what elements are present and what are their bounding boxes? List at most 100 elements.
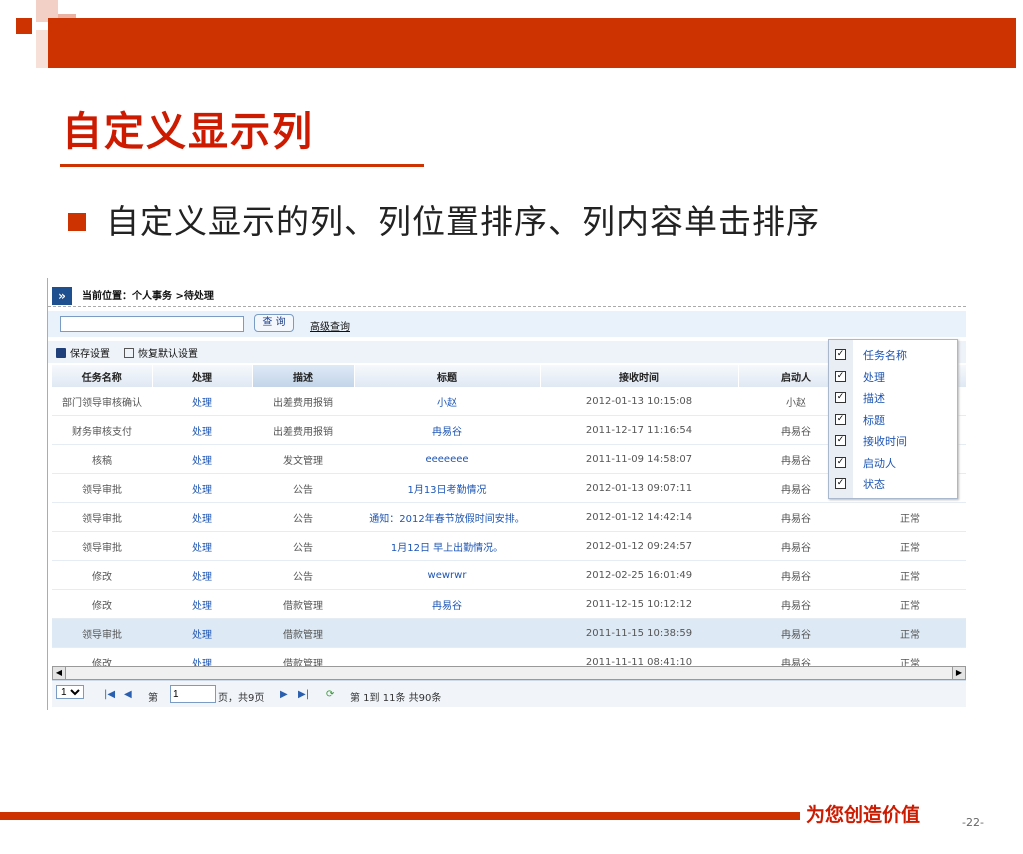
cell-action[interactable]: 处理 <box>152 473 252 503</box>
cell-description: 出差费用报销 <box>252 415 354 445</box>
refresh-icon[interactable]: ⟳ <box>326 689 334 700</box>
checkbox-checked-icon[interactable]: ✓ <box>835 478 846 489</box>
next-page-icon[interactable]: ▶ <box>280 689 288 700</box>
breadcrumb-text: 当前位置：个人事务 >待处理 <box>82 291 214 302</box>
cell-description: 公告 <box>252 473 354 503</box>
bullet-text: 自定义显示的列、列位置排序、列内容单击排序 <box>106 202 820 241</box>
page-size-select[interactable]: 12 <box>56 685 84 699</box>
cell-action[interactable]: 处理 <box>152 502 252 532</box>
cell-description: 出差费用报销 <box>252 387 354 416</box>
table-row[interactable]: 领导审批 处理 借款管理 2011-11-15 10:38:59 冉易谷 正常 <box>52 618 966 648</box>
bullet-square-icon <box>68 213 86 231</box>
column-menu-label: 接收时间 <box>863 435 907 448</box>
col-header-action[interactable]: 处理 <box>152 365 253 387</box>
cell-action[interactable]: 处理 <box>152 560 252 590</box>
checkbox-checked-icon[interactable]: ✓ <box>835 413 846 425</box>
column-menu-label: 任务名称 <box>863 349 907 362</box>
cell-description: 发文管理 <box>252 444 354 474</box>
cell-action[interactable]: 处理 <box>152 415 252 445</box>
column-menu-item[interactable]: ✓ 描述 <box>829 387 957 409</box>
cell-starter: 冉易谷 <box>738 618 854 648</box>
cell-title[interactable]: 冉易谷 <box>354 415 540 445</box>
column-menu-item[interactable]: ✓ 启动人 <box>829 452 957 474</box>
pagination-bar: 12 |◀ ◀ 第 页，共9页 ▶ ▶| ⟳ 第 1到 11条 共90条 <box>52 680 966 707</box>
horizontal-scrollbar[interactable]: ◀ ▶ <box>52 666 966 680</box>
column-menu-item[interactable]: ✓ 任务名称 <box>829 344 957 366</box>
cell-received-time: 2012-01-13 09:07:11 <box>540 473 738 503</box>
cell-received-time: 2011-12-15 10:12:12 <box>540 589 738 619</box>
breadcrumb: » 当前位置：个人事务 >待处理 <box>48 278 966 307</box>
table-row[interactable]: 修改 处理 借款管理 冉易谷 2011-12-15 10:12:12 冉易谷 正常 <box>52 589 966 619</box>
cell-starter: 冉易谷 <box>738 531 854 561</box>
header-bar <box>48 18 1016 68</box>
column-menu-label: 处理 <box>863 370 885 384</box>
page-label: 第 <box>148 693 158 704</box>
footer-bar <box>0 812 800 820</box>
cell-status: 正常 <box>854 502 966 532</box>
last-page-icon[interactable]: ▶| <box>298 689 309 700</box>
cell-action[interactable]: 处理 <box>152 444 252 474</box>
checkbox-checked-icon[interactable]: ✓ <box>835 349 846 360</box>
page-number-input[interactable] <box>170 685 216 703</box>
scroll-right-arrow-icon[interactable]: ▶ <box>952 667 965 679</box>
title-underline <box>60 164 424 167</box>
search-bar: 查 询 高级查询 <box>48 311 966 337</box>
checkbox-checked-icon[interactable]: ✓ <box>835 456 846 468</box>
cell-title[interactable] <box>354 618 540 648</box>
cell-status: 正常 <box>854 531 966 561</box>
floppy-disk-icon <box>56 348 66 358</box>
advanced-query-link[interactable]: 高级查询 <box>310 318 350 333</box>
cell-received-time: 2011-11-09 14:58:07 <box>540 444 738 474</box>
query-button[interactable]: 查 询 <box>254 314 294 332</box>
total-pages-text: 页，共9页 <box>218 693 265 704</box>
cell-action[interactable]: 处理 <box>152 531 252 561</box>
cell-title[interactable]: 通知：2012年春节放假时间安排。 <box>354 502 540 532</box>
table-row[interactable]: 领导审批 处理 公告 通知：2012年春节放假时间安排。 2012-01-12 14:4… <box>52 502 966 532</box>
cell-task-name: 核稿 <box>52 444 152 474</box>
cell-task-name: 领导审批 <box>52 502 152 532</box>
cell-description: 公告 <box>252 502 354 532</box>
cell-title[interactable]: 小赵 <box>354 387 540 416</box>
column-menu-item[interactable]: ✓ 标题 <box>829 409 957 431</box>
cell-title[interactable]: eeeeeee <box>354 444 540 474</box>
table-row[interactable]: 修改 处理 公告 wewrwr 2012-02-25 16:01:49 冉易谷 正常 <box>52 560 966 590</box>
double-chevron-icon: » <box>52 287 72 305</box>
column-menu-item[interactable]: ✓ 状态 <box>829 473 957 495</box>
cell-action[interactable]: 处理 <box>152 387 252 416</box>
checkbox-checked-icon[interactable]: ✓ <box>835 435 846 446</box>
cell-action[interactable]: 处理 <box>152 618 252 648</box>
search-input[interactable] <box>60 316 244 332</box>
page-number: -22- <box>962 816 984 829</box>
checkbox-checked-icon[interactable]: ✓ <box>835 392 846 403</box>
scroll-left-arrow-icon[interactable]: ◀ <box>53 667 66 679</box>
column-menu-item[interactable]: ✓ 处理 <box>829 366 957 388</box>
first-page-icon[interactable]: |◀ <box>104 689 115 700</box>
column-menu-label: 状态 <box>863 478 885 491</box>
cell-received-time: 2012-01-12 09:24:57 <box>540 531 738 561</box>
column-menu-label: 描述 <box>863 392 885 405</box>
cell-task-name: 部门领导审核确认 <box>52 387 152 416</box>
column-chooser-menu: ✓ 任务名称 ✓ 处理 ✓ 描述 ✓ 标题 ✓ 接收时间 ✓ 启动人 ✓ 状态 <box>828 339 958 499</box>
column-menu-item[interactable]: ✓ 接收时间 <box>829 430 957 452</box>
column-menu-label: 启动人 <box>863 456 896 470</box>
cell-received-time: 2012-02-25 16:01:49 <box>540 560 738 590</box>
cell-title[interactable]: 1月12日 早上出勤情况。 <box>354 531 540 561</box>
col-header-description[interactable]: 描述 <box>252 365 355 387</box>
col-header-task-name[interactable]: 任务名称 <box>52 365 153 387</box>
cell-received-time: 2011-11-15 10:38:59 <box>540 618 738 648</box>
save-settings-button[interactable]: 保存设置 <box>56 345 110 360</box>
prev-page-icon[interactable]: ◀ <box>124 689 132 700</box>
cell-task-name: 修改 <box>52 560 152 590</box>
col-header-received-time[interactable]: 接收时间 <box>540 365 739 387</box>
table-row[interactable]: 领导审批 处理 公告 1月12日 早上出勤情况。 2012-01-12 09:24:57… <box>52 531 966 561</box>
cell-action[interactable]: 处理 <box>152 589 252 619</box>
footer-slogan: 为您创造价值 <box>806 804 921 826</box>
cell-title[interactable]: 1月13日考勤情况 <box>354 473 540 503</box>
col-header-title[interactable]: 标题 <box>354 365 541 387</box>
cell-title[interactable]: 冉易谷 <box>354 589 540 619</box>
cell-starter: 冉易谷 <box>738 502 854 532</box>
restore-defaults-button[interactable]: 恢复默认设置 <box>124 345 198 360</box>
checkbox-checked-icon[interactable]: ✓ <box>835 370 846 382</box>
cell-description: 借款管理 <box>252 618 354 648</box>
cell-title[interactable]: wewrwr <box>354 560 540 590</box>
